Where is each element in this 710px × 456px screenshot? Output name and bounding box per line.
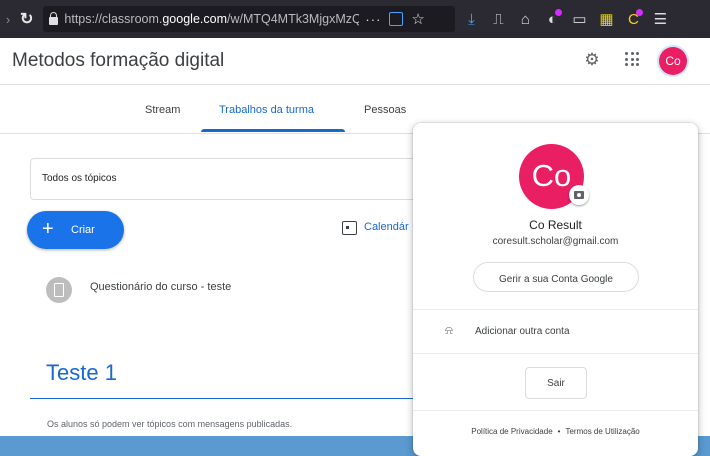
tab-people[interactable]: Pessoas (364, 104, 406, 116)
assignment-title[interactable]: Questionário do curso - teste (90, 281, 231, 293)
browser-toolbar: › ↻ https://classroom.google.com/w/MTQ4M… (0, 0, 710, 38)
link-separator: • (557, 427, 561, 436)
topic-filter-select[interactable]: Todos os tópicos (30, 158, 432, 200)
add-account-link[interactable]: Adicionar outra conta (475, 326, 570, 337)
forward-icon[interactable]: › (2, 12, 14, 27)
popup-footer-links: Política de Privacidade • Termos de Utiliz… (413, 427, 698, 436)
extension-gift-icon[interactable]: ▦ (595, 10, 617, 28)
popup-divider (413, 410, 698, 411)
popup-divider (413, 309, 698, 310)
menu-icon[interactable]: ☰ (649, 10, 671, 28)
tab-stream[interactable]: Stream (145, 104, 180, 116)
popup-divider (413, 353, 698, 354)
url-path: /w/MTQ4MTk3MjgxMzQ5/t/all (226, 12, 360, 26)
plus-icon: + (42, 218, 54, 240)
assignment-icon (46, 277, 72, 303)
create-button[interactable]: + Criar (27, 211, 124, 249)
account-popup: Co Co Result coresult.scholar@gmail.com … (413, 123, 698, 456)
address-bar[interactable]: https://classroom.google.com/w/MTQ4MTk3M… (43, 6, 456, 32)
classroom-app: Metodos formação digital ⚙ Co Stream Tra… (0, 38, 710, 456)
url-text[interactable]: https://classroom.google.com/w/MTQ4MTk3M… (64, 12, 359, 26)
notification-badge (636, 8, 644, 16)
bookmark-star-icon[interactable]: ☆ (411, 10, 424, 28)
notification-badge (555, 8, 563, 16)
terms-link[interactable]: Termos de Utilização (565, 427, 639, 436)
topic-filter-label: Todos os tópicos (42, 173, 117, 184)
gear-icon[interactable]: ⚙ (582, 50, 602, 70)
create-label: Criar (71, 224, 95, 236)
screen: › ↻ https://classroom.google.com/w/MTQ4M… (0, 0, 710, 456)
library-icon[interactable]: ⎍ (487, 11, 509, 28)
class-title[interactable]: Metodos formação digital (12, 50, 224, 72)
account-avatar-button[interactable]: Co (659, 47, 687, 75)
app-header: Metodos formação digital ⚙ Co (0, 38, 710, 85)
url-domain: google.com (162, 12, 227, 26)
extension-icon[interactable]: ◐ (541, 8, 563, 28)
home-icon[interactable]: ⌂ (514, 11, 536, 28)
calendar-icon[interactable] (342, 221, 357, 235)
privacy-policy-link[interactable]: Política de Privacidade (471, 427, 552, 436)
active-tab-indicator (201, 129, 345, 132)
topic-section-title[interactable]: Teste 1 (46, 360, 117, 386)
page-actions-icon[interactable]: ··· (365, 12, 381, 27)
sign-out-label: Sair (547, 378, 565, 389)
reader-view-icon[interactable] (389, 12, 404, 26)
topics-footnote: Os alunos só podem ver tópicos com mensa… (47, 419, 293, 429)
url-prefix: https://classroom. (64, 12, 163, 26)
manage-account-button[interactable]: Gerir a sua Conta Google (473, 262, 639, 292)
sign-out-button[interactable]: Sair (525, 367, 587, 399)
account-email: coresult.scholar@gmail.com (492, 236, 619, 247)
reload-icon[interactable]: ↻ (20, 9, 33, 29)
account-name: Co Result (529, 218, 582, 232)
download-icon[interactable]: ⤓ (460, 11, 482, 28)
add-person-icon: ⍾ (445, 323, 453, 337)
lock-icon (49, 11, 59, 25)
section-divider (30, 398, 420, 399)
manage-account-label: Gerir a sua Conta Google (499, 274, 613, 285)
extension-c-icon[interactable]: C (622, 8, 644, 28)
calendar-link[interactable]: Calendár (364, 221, 409, 233)
tab-classwork[interactable]: Trabalhos da turma (219, 104, 314, 116)
apps-grid-icon[interactable] (625, 52, 639, 66)
camera-icon[interactable] (569, 185, 589, 205)
pocket-icon[interactable]: ▭ (568, 10, 590, 28)
